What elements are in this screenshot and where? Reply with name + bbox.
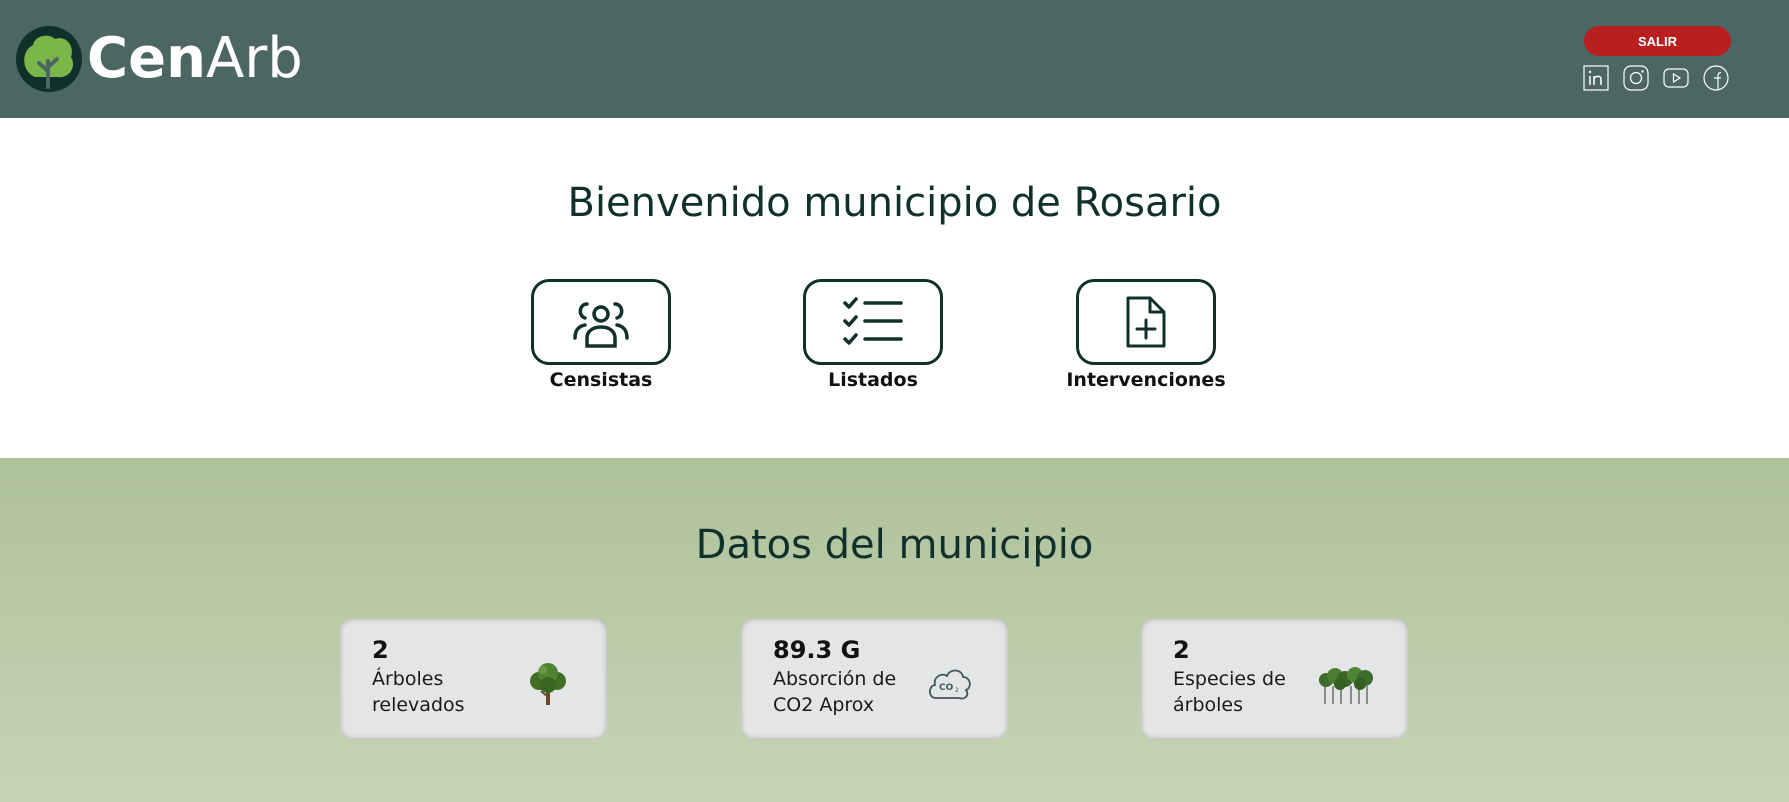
tree-species-card: 2 Especies de árboles bbox=[1141, 619, 1408, 739]
linkedin-icon[interactable] bbox=[1583, 65, 1609, 91]
checklist-icon bbox=[843, 297, 903, 345]
add-document-icon bbox=[1126, 296, 1166, 348]
co2-cloud-icon: CO 2 bbox=[924, 659, 974, 709]
municipality-data-section: Datos del municipio 2 Árboles relevados … bbox=[0, 458, 1789, 802]
forest-icon bbox=[1318, 659, 1374, 709]
logout-button[interactable]: SALIR bbox=[1584, 26, 1731, 56]
tree-logo-icon bbox=[15, 25, 83, 93]
intervenciones-button[interactable]: Intervenciones bbox=[1066, 279, 1226, 391]
social-links bbox=[1583, 65, 1729, 91]
welcome-title: Bienvenido municipio de Rosario bbox=[567, 180, 1222, 226]
datos-title: Datos del municipio bbox=[695, 522, 1094, 568]
co2-absorption-card: 89.3 G Absorción de CO2 Aprox CO 2 bbox=[741, 619, 1008, 739]
listados-box[interactable] bbox=[803, 279, 943, 365]
censistas-button[interactable]: Censistas bbox=[521, 279, 681, 391]
logo-text: CenArb bbox=[87, 31, 303, 87]
trees-surveyed-label: Árboles relevados bbox=[372, 668, 465, 717]
intervenciones-box[interactable] bbox=[1076, 279, 1216, 365]
logo-text-light: Arb bbox=[205, 26, 303, 91]
logo[interactable]: CenArb bbox=[15, 24, 303, 94]
listados-button[interactable]: Listados bbox=[793, 279, 953, 391]
svg-text:2: 2 bbox=[955, 687, 959, 694]
intervenciones-label: Intervenciones bbox=[1066, 369, 1226, 391]
tree-species-label: Especies de árboles bbox=[1173, 668, 1286, 717]
tree-icon bbox=[523, 659, 573, 709]
censistas-label: Censistas bbox=[549, 369, 653, 391]
svg-text:CO: CO bbox=[939, 683, 954, 693]
youtube-icon[interactable] bbox=[1663, 65, 1689, 91]
welcome-section: Bienvenido municipio de Rosario Censista… bbox=[0, 118, 1789, 458]
censistas-box[interactable] bbox=[531, 279, 671, 365]
logo-text-bold: Cen bbox=[87, 26, 206, 91]
listados-label: Listados bbox=[828, 369, 918, 391]
instagram-icon[interactable] bbox=[1623, 65, 1649, 91]
header: CenArb SALIR bbox=[0, 0, 1789, 118]
trees-surveyed-card: 2 Árboles relevados bbox=[340, 619, 607, 739]
facebook-icon[interactable] bbox=[1703, 65, 1729, 91]
users-icon bbox=[573, 302, 629, 348]
co2-absorption-label: Absorción de CO2 Aprox bbox=[773, 668, 897, 717]
